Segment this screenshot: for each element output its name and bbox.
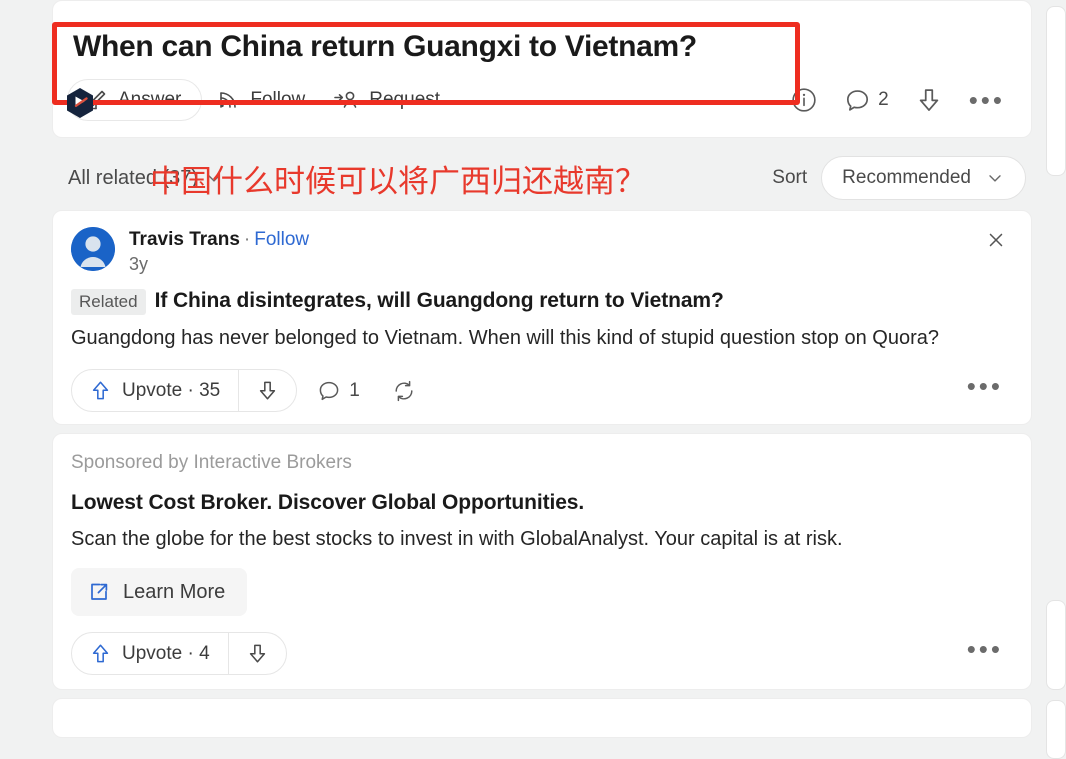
sort-control-group: Sort Recommended — [772, 156, 1026, 200]
chevron-down-icon — [204, 168, 224, 188]
ad-upvote-button[interactable]: Upvote · 4 — [72, 633, 228, 674]
comment-icon — [844, 87, 871, 114]
downvote-button[interactable] — [239, 370, 296, 411]
follow-label: Follow — [250, 89, 306, 110]
gutter-card-2 — [1046, 600, 1066, 690]
more-dots-icon[interactable]: ••• — [969, 87, 1005, 113]
rss-icon — [216, 88, 240, 112]
upvote-label: Upvote · 35 — [122, 379, 221, 401]
author-line: Travis Trans · Follow — [129, 229, 309, 251]
ad-footer: Upvote · 4 ••• — [71, 632, 1013, 675]
learn-more-label: Learn More — [123, 580, 226, 603]
sort-value: Recommended — [842, 167, 971, 188]
ad-upvote-label: Upvote · 4 — [122, 642, 210, 664]
repost-button[interactable] — [380, 370, 428, 412]
sort-bar: All related (37) Sort Recommended — [52, 146, 1032, 210]
more-dots-icon: ••• — [966, 371, 1003, 401]
related-question-text: If China disintegrates, will Guangdong r… — [154, 289, 724, 312]
sponsored-label: Sponsored by Interactive Brokers — [71, 452, 352, 473]
feed-column: When can China return Guangxi to Vietnam… — [52, 0, 1032, 746]
answer-body: Guangdong has never belonged to Vietnam.… — [71, 327, 939, 349]
answer-comment-button[interactable]: 1 — [305, 370, 372, 412]
sort-label: Sort — [772, 167, 808, 188]
ad-more-button[interactable]: ••• — [967, 636, 1013, 663]
author-separator: · — [243, 229, 251, 250]
chevron-down-icon — [985, 168, 1005, 188]
answer-button[interactable]: Answer — [67, 79, 203, 121]
answer-comment-count: 1 — [349, 379, 360, 401]
repost-icon — [392, 379, 416, 403]
request-button[interactable]: Request — [319, 80, 454, 120]
related-question-line[interactable]: Related If China disintegrates, will Gua… — [71, 289, 1013, 315]
question-action-bar: Answer Follow Request 2 ••• — [53, 79, 1031, 137]
vote-group: Upvote · 35 — [71, 369, 298, 412]
all-related-filter[interactable]: All related (37) — [68, 167, 224, 190]
ad-downvote-button[interactable] — [229, 633, 286, 674]
related-badge: Related — [71, 289, 146, 315]
ad-vote-group: Upvote · 4 — [71, 632, 287, 675]
upvote-arrow-icon — [89, 642, 112, 665]
question-card: When can China return Guangxi to Vietnam… — [52, 0, 1032, 138]
page-title: When can China return Guangxi to Vietnam… — [73, 30, 697, 63]
author-name[interactable]: Travis Trans — [129, 229, 240, 250]
next-card-partial — [52, 698, 1032, 738]
comment-button[interactable]: 2 — [844, 87, 889, 114]
external-link-icon — [87, 580, 111, 604]
upvote-button[interactable]: Upvote · 35 — [72, 370, 238, 411]
quora-question-page: When can China return Guangxi to Vietnam… — [0, 0, 1066, 759]
answer-header: Travis Trans · Follow 3y — [71, 227, 1013, 275]
pencil-icon — [84, 88, 108, 112]
request-label: Request — [369, 89, 441, 110]
comment-icon — [317, 379, 341, 403]
avatar[interactable] — [71, 227, 115, 271]
upvote-arrow-icon — [89, 379, 112, 402]
learn-more-button[interactable]: Learn More — [71, 568, 248, 616]
gutter-card-3 — [1046, 700, 1066, 759]
answer-footer: Upvote · 35 1 ••• — [71, 369, 1013, 412]
info-circle-icon[interactable] — [790, 86, 818, 114]
ad-title[interactable]: Lowest Cost Broker. Discover Global Oppo… — [71, 491, 1013, 515]
sort-dropdown[interactable]: Recommended — [821, 156, 1026, 200]
gutter-card-1 — [1046, 6, 1066, 176]
more-dots-icon: ••• — [966, 634, 1003, 664]
comment-count: 2 — [878, 89, 889, 110]
downvote-icon[interactable] — [915, 86, 943, 114]
answer-author-meta: Travis Trans · Follow 3y — [129, 227, 309, 275]
all-related-label: All related (37) — [68, 166, 199, 189]
answer-timestamp: 3y — [129, 254, 149, 274]
downvote-arrow-icon — [256, 379, 279, 402]
author-follow-link[interactable]: Follow — [254, 229, 309, 250]
close-icon[interactable] — [979, 227, 1013, 253]
person-arrow-icon — [333, 88, 359, 112]
answer-more-button[interactable]: ••• — [967, 373, 1013, 400]
answer-label: Answer — [118, 89, 182, 110]
follow-button[interactable]: Follow — [202, 80, 319, 120]
downvote-arrow-icon — [246, 642, 269, 665]
sponsored-ad-card: Sponsored by Interactive Brokers Lowest … — [52, 433, 1032, 690]
answer-card: Travis Trans · Follow 3y Related If China … — [52, 210, 1032, 425]
ad-description: Scan the globe for the best stocks to in… — [71, 528, 843, 550]
question-right-actions: 2 ••• — [790, 86, 1013, 114]
